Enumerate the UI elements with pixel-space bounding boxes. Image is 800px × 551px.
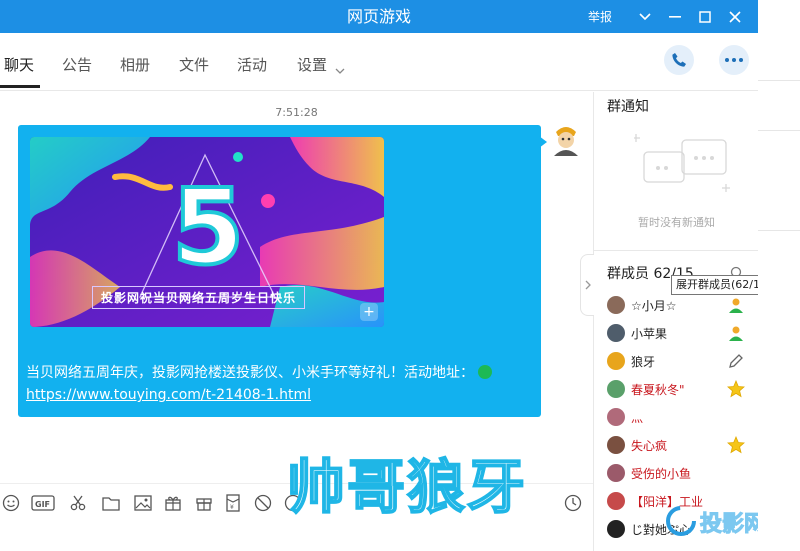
image-icon[interactable] bbox=[132, 492, 154, 514]
tab-announcement[interactable]: 公告 bbox=[62, 54, 92, 75]
group-notice-title: 群通知 bbox=[607, 99, 649, 115]
member-list-item[interactable]: 受伤的小鱼 bbox=[594, 459, 758, 487]
empty-notice-illustration bbox=[632, 132, 734, 202]
expand-members-tooltip: 展开群成员(62/1560) bbox=[671, 275, 758, 295]
emoji-icon[interactable] bbox=[0, 492, 22, 514]
active-tab-indicator bbox=[0, 85, 40, 88]
window-controls: 举报 bbox=[588, 0, 750, 33]
red-packet-icon[interactable]: ¥ bbox=[222, 492, 244, 514]
member-name: 受伤的小鱼 bbox=[631, 467, 692, 481]
member-name: 狼牙 bbox=[631, 355, 656, 369]
verified-icon bbox=[478, 365, 492, 379]
banner-number: 5 bbox=[170, 166, 246, 288]
member-list-item[interactable]: 失心疯 bbox=[594, 431, 758, 459]
zoom-plus-icon[interactable]: + bbox=[360, 303, 378, 321]
background-window bbox=[758, 0, 800, 551]
member-avatar bbox=[607, 464, 625, 482]
member-name: 失心疯 bbox=[631, 439, 668, 453]
member-list-item[interactable]: 狼牙 bbox=[594, 347, 758, 375]
member-list-item[interactable]: ☆小月☆ bbox=[594, 291, 758, 319]
gif-icon[interactable]: GIF bbox=[30, 492, 56, 514]
bubble-tail bbox=[539, 136, 547, 148]
star-icon bbox=[727, 435, 745, 454]
member-name: ☆小月☆ bbox=[631, 299, 677, 313]
banner-caption: 投影网祝当贝网络五周岁生日快乐 bbox=[92, 286, 306, 309]
call-button[interactable] bbox=[664, 45, 694, 75]
member-avatar bbox=[607, 352, 625, 370]
sidebar-divider bbox=[594, 250, 758, 251]
activity-link[interactable]: https://www.touying.com/t-21408-1.html bbox=[26, 387, 311, 403]
settings-chevron-icon[interactable] bbox=[335, 60, 345, 79]
edit-pencil-icon[interactable] bbox=[727, 352, 745, 370]
svg-text:GIF: GIF bbox=[35, 500, 50, 509]
title-bar[interactable]: 网页游戏 举报 bbox=[0, 0, 758, 33]
member-name: 小苹果 bbox=[631, 327, 668, 341]
tab-album[interactable]: 相册 bbox=[120, 54, 150, 75]
group-chat-window: 网页游戏 举报 聊天 公告 相册 文件 活动 设置 7:51:28 5 投影网祝… bbox=[0, 0, 758, 551]
chevron-right-icon bbox=[585, 280, 591, 290]
member-avatar bbox=[607, 296, 625, 314]
member-avatar bbox=[607, 324, 625, 342]
scissors-icon[interactable] bbox=[67, 492, 89, 514]
member-avatar bbox=[607, 380, 625, 398]
member-avatar bbox=[607, 492, 625, 510]
svg-text:¥: ¥ bbox=[230, 504, 234, 511]
close-icon[interactable] bbox=[720, 0, 750, 33]
member-list-item[interactable]: 灬 bbox=[594, 403, 758, 431]
message-text: 当贝网络五周年庆，投影网抢楼送投影仪、小米手环等好礼！活动地址： bbox=[26, 362, 492, 382]
history-clock-icon[interactable] bbox=[562, 492, 584, 514]
owner-person-icon bbox=[727, 296, 745, 314]
tab-bar: 聊天 公告 相册 文件 活动 设置 bbox=[0, 33, 758, 91]
no-notice-text: 暂时没有新通知 bbox=[638, 216, 715, 229]
sidebar-collapse-handle[interactable] bbox=[580, 254, 594, 316]
tab-chat[interactable]: 聊天 bbox=[4, 54, 34, 75]
member-avatar bbox=[607, 408, 625, 426]
admin-person-icon bbox=[727, 324, 745, 342]
sender-avatar[interactable] bbox=[551, 124, 581, 156]
member-list-item[interactable]: 小苹果 bbox=[594, 319, 758, 347]
message-timestamp: 7:51:28 bbox=[275, 106, 318, 119]
more-options-button[interactable] bbox=[719, 45, 749, 75]
member-name: 灬 bbox=[631, 411, 644, 425]
chevron-down-icon[interactable] bbox=[630, 0, 660, 33]
member-list-item[interactable]: 春夏秋冬" bbox=[594, 375, 758, 403]
member-avatar bbox=[607, 436, 625, 454]
more-icon bbox=[725, 58, 743, 62]
member-avatar bbox=[607, 520, 625, 538]
report-button[interactable]: 举报 bbox=[588, 8, 612, 25]
anniversary-banner-image[interactable]: 5 投影网祝当贝网络五周岁生日快乐 + bbox=[30, 137, 384, 327]
group-sidebar: 群通知 暂时没有新通知 群成员 62/15 ☆小月☆ 小苹果 狼牙 春夏秋冬" … bbox=[593, 92, 758, 551]
star-icon bbox=[727, 379, 745, 398]
gift-icon[interactable] bbox=[193, 492, 215, 514]
block-icon[interactable] bbox=[252, 492, 274, 514]
site-logo-watermark: 投影网 bbox=[662, 500, 758, 544]
member-name: 春夏秋冬" bbox=[631, 383, 685, 397]
tab-activity[interactable]: 活动 bbox=[237, 54, 267, 75]
folder-icon[interactable] bbox=[100, 492, 122, 514]
logo-text: 投影网 bbox=[699, 512, 758, 538]
tab-settings[interactable]: 设置 bbox=[297, 54, 327, 75]
minimize-icon[interactable] bbox=[660, 0, 690, 33]
tab-files[interactable]: 文件 bbox=[179, 54, 209, 75]
phone-icon bbox=[672, 53, 686, 67]
gift-box-icon[interactable] bbox=[162, 492, 184, 514]
watermark-text: 帅哥狼牙 bbox=[286, 452, 528, 522]
maximize-icon[interactable] bbox=[690, 0, 720, 33]
